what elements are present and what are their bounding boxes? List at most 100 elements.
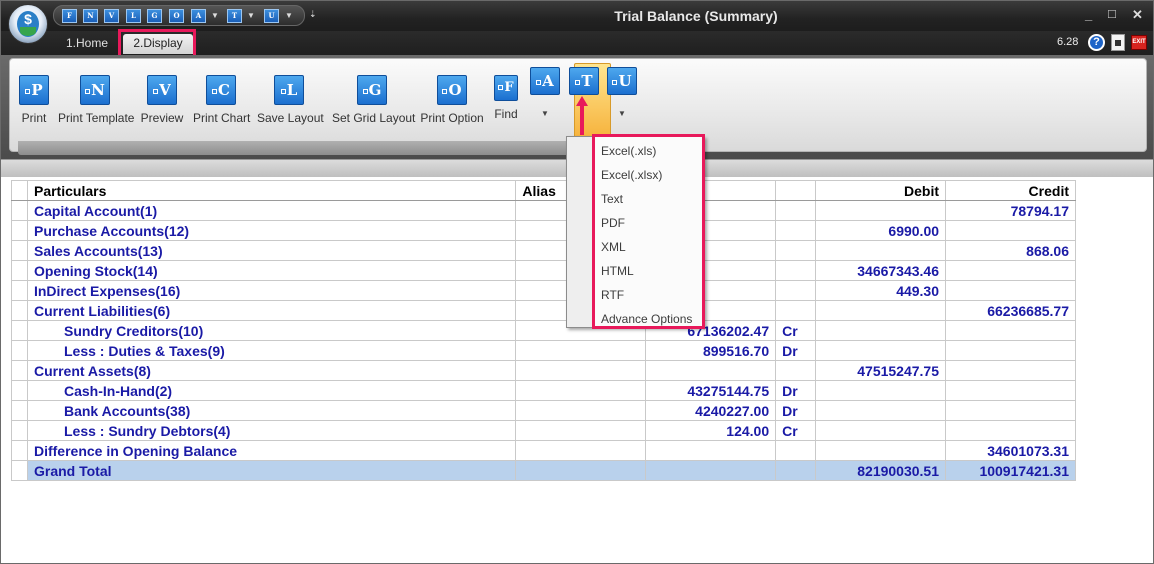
table-row[interactable]: Bank Accounts(38) 4240227.00 Dr	[11, 400, 1076, 421]
set-grid-layout-button[interactable]: G Set Grid Layout	[332, 75, 415, 125]
quick-find-button[interactable]: F	[62, 9, 77, 23]
cell-amount	[645, 360, 777, 381]
table-row[interactable]: Sales Accounts(13) 868.06	[11, 240, 1076, 261]
chevron-down-icon[interactable]: ▼	[211, 11, 219, 20]
table-row[interactable]: Difference in Opening Balance 34601073.31	[11, 440, 1076, 461]
quick-a-button[interactable]: A	[191, 9, 206, 23]
table-row[interactable]: Current Assets(8) 47515247.75	[11, 360, 1076, 381]
column-header-debit[interactable]: Debit	[815, 180, 947, 201]
cell-amount: 899516.70	[645, 340, 777, 361]
row-selector[interactable]	[11, 360, 28, 381]
preview-button[interactable]: V Preview	[138, 75, 186, 125]
table-row[interactable]: Less : Duties & Taxes(9) 899516.70 Dr	[11, 340, 1076, 361]
app-logo[interactable]: $	[8, 4, 48, 44]
table-row[interactable]: InDirect Expenses(16) 449.30	[11, 280, 1076, 301]
exit-icon[interactable]: EXIT	[1131, 35, 1147, 50]
table-row[interactable]: Opening Stock(14) 34667343.46	[11, 260, 1076, 281]
quick-print-template-button[interactable]: N	[83, 9, 98, 23]
cell-debit: 47515247.75	[815, 360, 947, 381]
a-dropdown-button[interactable]: A ▼	[529, 67, 561, 118]
row-selector[interactable]	[11, 440, 28, 461]
table-row[interactable]: Sundry Creditors(10) 67136202.47 Cr	[11, 320, 1076, 341]
cell-amount	[645, 460, 777, 481]
minimize-button[interactable]: _	[1085, 7, 1092, 22]
cell-debit: 449.30	[815, 280, 947, 301]
row-selector[interactable]	[11, 200, 28, 221]
print-chart-button[interactable]: C Print Chart	[193, 75, 250, 125]
cell-particulars: Current Liabilities(6)	[26, 300, 517, 321]
quick-preview-button[interactable]: V	[104, 9, 119, 23]
u-icon: U	[607, 67, 637, 95]
table-row[interactable]: Capital Account(1) 78794.17	[11, 200, 1076, 221]
u-dropdown-button[interactable]: U ▼	[606, 67, 638, 118]
cell-credit	[945, 320, 1076, 341]
maximize-button[interactable]: □	[1108, 6, 1116, 21]
cell-credit: 66236685.77	[945, 300, 1076, 321]
row-selector[interactable]	[11, 240, 28, 261]
row-selector[interactable]	[11, 380, 28, 401]
title-bar: F N V L G O A ▼ T ▼ U ▼ ⇣ Trial Balance …	[1, 1, 1153, 31]
save-layout-button[interactable]: L Save Layout	[257, 75, 324, 125]
logo-leaf-icon	[20, 27, 36, 36]
customize-toolbar-icon[interactable]: ⇣	[309, 9, 317, 20]
table-row[interactable]: Current Liabilities(6) 66236685.77	[11, 300, 1076, 321]
chevron-down-icon[interactable]: ▼	[529, 109, 561, 118]
row-selector-header[interactable]	[11, 180, 28, 201]
chevron-down-icon[interactable]: ▼	[247, 11, 255, 20]
row-selector[interactable]	[11, 260, 28, 281]
notes-icon[interactable]	[1111, 34, 1125, 51]
cell-credit	[945, 360, 1076, 381]
cell-alias	[515, 400, 647, 421]
column-header-credit[interactable]: Credit	[945, 180, 1076, 201]
quick-access-toolbar: F N V L G O A ▼ T ▼ U ▼	[53, 5, 305, 26]
chevron-down-icon[interactable]: ▼	[606, 109, 638, 118]
cell-credit	[945, 280, 1076, 301]
help-icon[interactable]: ?	[1088, 34, 1105, 51]
print-button[interactable]: P Print	[12, 75, 56, 125]
cell-particulars: Less : Sundry Debtors(4)	[26, 420, 517, 441]
row-selector[interactable]	[11, 460, 28, 481]
cell-drcr	[775, 280, 817, 301]
cell-credit: 100917421.31	[945, 460, 1076, 481]
quick-grid-layout-button[interactable]: G	[147, 9, 162, 23]
row-selector[interactable]	[11, 320, 28, 341]
grand-total-row[interactable]: Grand Total 82190030.51 100917421.31	[11, 460, 1076, 481]
find-button[interactable]: F Find	[490, 75, 522, 121]
cell-drcr	[775, 360, 817, 381]
quick-u-button[interactable]: U	[264, 9, 279, 23]
cell-drcr: Cr	[775, 420, 817, 441]
export-dropdown-button[interactable]: T	[568, 67, 600, 95]
column-header-particulars[interactable]: Particulars	[26, 180, 517, 201]
row-selector[interactable]	[11, 420, 28, 441]
quick-print-option-button[interactable]: O	[169, 9, 184, 23]
tab-home[interactable]: 1.Home	[59, 34, 115, 54]
row-selector[interactable]	[11, 220, 28, 241]
chevron-down-icon[interactable]: ▼	[285, 11, 293, 20]
cell-credit	[945, 340, 1076, 361]
row-selector[interactable]	[11, 280, 28, 301]
quick-export-button[interactable]: T	[227, 9, 242, 23]
cell-credit	[945, 220, 1076, 241]
quick-save-layout-button[interactable]: L	[126, 9, 141, 23]
cell-drcr	[775, 300, 817, 321]
close-button[interactable]: ✕	[1132, 7, 1143, 23]
row-selector[interactable]	[11, 400, 28, 421]
row-selector[interactable]	[11, 300, 28, 321]
cell-debit	[815, 420, 947, 441]
cell-debit	[815, 340, 947, 361]
table-row[interactable]: Purchase Accounts(12) 6990.00	[11, 220, 1076, 241]
find-icon: F	[494, 75, 518, 101]
cell-credit	[945, 260, 1076, 281]
cell-alias	[515, 440, 647, 461]
cell-debit: 82190030.51	[815, 460, 947, 481]
print-option-button[interactable]: O Print Option	[420, 75, 484, 125]
cell-alias	[515, 380, 647, 401]
print-template-icon: N	[80, 75, 110, 105]
row-selector[interactable]	[11, 340, 28, 361]
column-header-drcr[interactable]	[775, 180, 817, 201]
print-template-button[interactable]: N Print Template	[58, 75, 134, 125]
cell-debit: 6990.00	[815, 220, 947, 241]
table-row[interactable]: Less : Sundry Debtors(4) 124.00 Cr	[11, 420, 1076, 441]
trial-balance-grid: Particulars Alias Debit Credit Capital A…	[11, 180, 1076, 481]
table-row[interactable]: Cash-In-Hand(2) 43275144.75 Dr	[11, 380, 1076, 401]
